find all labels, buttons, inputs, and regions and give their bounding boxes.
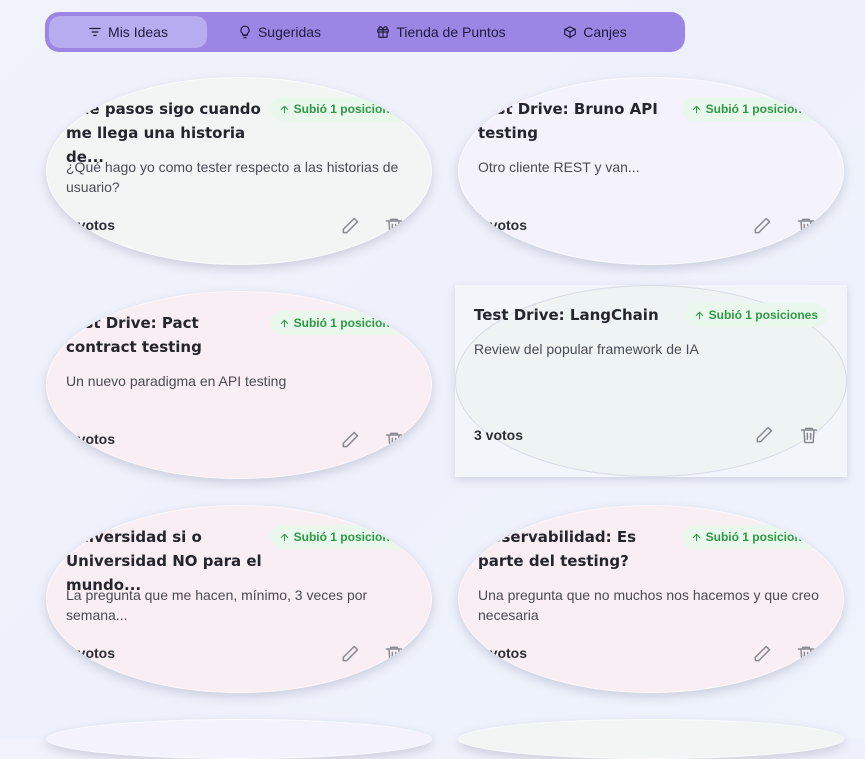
delete-button[interactable] (797, 423, 821, 447)
trash-icon (385, 432, 403, 449)
idea-card[interactable]: Test Drive: Pact contract testing Subió … (46, 291, 432, 479)
tab-label: Sugeridas (257, 24, 322, 40)
idea-description: ¿Qué hago yo como tester respecto a las … (66, 159, 399, 195)
delete-button[interactable] (794, 642, 818, 666)
trash-icon (800, 427, 818, 444)
lightbulb-icon (240, 25, 250, 39)
idea-description: La pregunta que me hacen, mínimo, 3 vece… (66, 587, 368, 623)
badge-label: Subió 1 posiciones (293, 530, 403, 544)
trash-icon (385, 646, 403, 663)
tab-label: Mis Ideas (108, 24, 168, 40)
edit-button[interactable] (752, 423, 776, 447)
rank-badge: Subió 1 posiciones (681, 97, 824, 121)
edit-button[interactable] (338, 214, 362, 238)
delete-button[interactable] (382, 214, 406, 238)
arrow-up-icon (280, 105, 288, 113)
idea-card-partial[interactable] (458, 719, 844, 759)
vote-count: 4 votos (66, 431, 116, 447)
gift-icon (377, 26, 390, 38)
arrow-up-icon (280, 533, 288, 541)
idea-description: Una pregunta que no muchos nos hacemos y… (478, 587, 819, 623)
idea-title: Test Drive: Pact contract testing (66, 314, 202, 356)
idea-card[interactable]: Test Drive: Bruno API testing Subió 1 po… (458, 77, 844, 265)
trash-icon (797, 218, 815, 235)
delete-button[interactable] (382, 428, 406, 452)
badge-label: Subió 1 posiciones (705, 530, 815, 544)
idea-card[interactable]: Qué pasos sigo cuando me llega una histo… (46, 77, 432, 265)
vote-count: 2 votos (478, 645, 528, 661)
arrow-up-icon (692, 533, 700, 541)
vote-count: 3 votos (66, 645, 116, 661)
arrow-up-icon (695, 311, 703, 319)
tab-canjes[interactable]: Canjes (530, 16, 660, 48)
arrow-up-icon (692, 105, 700, 113)
pencil-icon (756, 426, 773, 443)
edit-button[interactable] (750, 642, 774, 666)
vote-count: 6 votos (66, 217, 116, 233)
idea-description: Otro cliente REST y van... (478, 159, 640, 175)
tab-bar: Mis Ideas Sugeridas Tienda de Puntos Can… (45, 12, 685, 52)
tab-label: Tienda de Puntos (396, 24, 506, 40)
idea-card-partial[interactable] (46, 719, 432, 759)
rank-badge: Subió 1 posiciones (681, 525, 824, 549)
badge-label: Subió 1 posiciones (705, 102, 815, 116)
filter-icon (89, 27, 101, 37)
pencil-icon (754, 217, 771, 234)
idea-description: Review del popular framework de IA (474, 341, 699, 357)
tab-label: Canjes (583, 24, 627, 40)
pencil-icon (342, 217, 359, 234)
badge-label: Subió 1 posiciones (708, 308, 818, 322)
badge-label: Subió 1 posiciones (293, 316, 403, 330)
rank-badge: Subió 1 posiciones (269, 97, 412, 121)
rank-badge: Subió 1 posiciones (269, 525, 412, 549)
vote-count: 5 votos (478, 217, 528, 233)
pencil-icon (342, 431, 359, 448)
idea-card[interactable]: Test Drive: LangChain Subió 1 posiciones… (455, 285, 847, 477)
tab-mis-ideas[interactable]: Mis Ideas (49, 16, 207, 48)
trash-icon (385, 218, 403, 235)
package-icon (564, 26, 577, 39)
rank-badge: Subió 1 posiciones (269, 311, 412, 335)
idea-card[interactable]: Universidad si o Universidad NO para el … (46, 505, 432, 693)
delete-button[interactable] (382, 642, 406, 666)
edit-button[interactable] (338, 428, 362, 452)
badge-label: Subió 1 posiciones (293, 102, 403, 116)
tab-tienda-de-puntos[interactable]: Tienda de Puntos (352, 16, 530, 48)
edit-button[interactable] (338, 642, 362, 666)
trash-icon (797, 646, 815, 663)
rank-badge: Subió 1 posiciones (684, 303, 827, 327)
delete-button[interactable] (794, 214, 818, 238)
idea-card[interactable]: Observabilidad: Es parte del testing? Su… (458, 505, 844, 693)
pencil-icon (754, 645, 771, 662)
idea-title: Test Drive: Bruno API testing (478, 100, 658, 142)
idea-title: Observabilidad: Es parte del testing? (478, 528, 637, 570)
tab-sugeridas[interactable]: Sugeridas (207, 16, 352, 48)
pencil-icon (342, 645, 359, 662)
vote-count: 3 votos (474, 427, 524, 443)
arrow-up-icon (280, 319, 288, 327)
edit-button[interactable] (750, 214, 774, 238)
idea-description: Un nuevo paradigma en API testing (66, 373, 287, 389)
idea-title: Test Drive: LangChain (474, 306, 659, 324)
